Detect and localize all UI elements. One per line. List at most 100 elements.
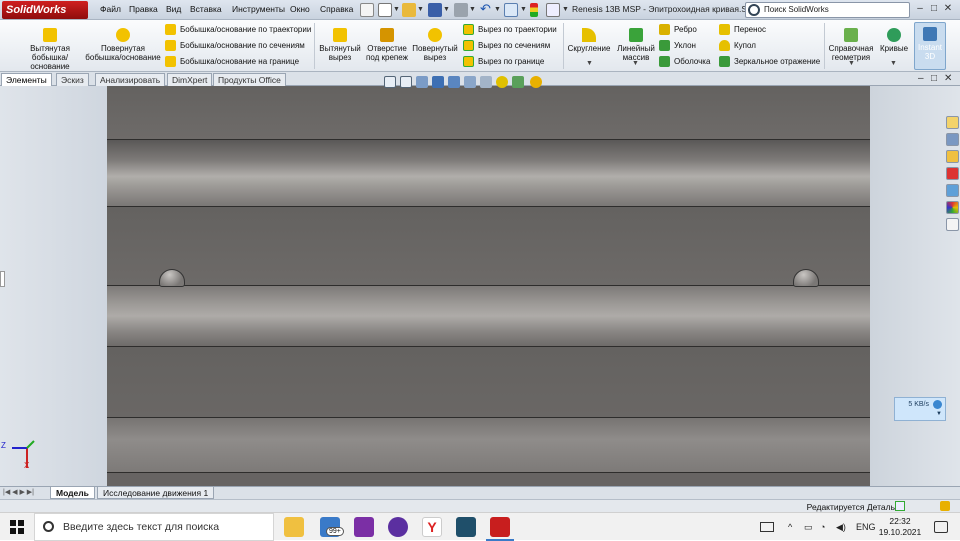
boundary-cut-button[interactable]: Вырез по границе [463,56,544,68]
chevron-up-icon[interactable]: ^ [788,522,792,532]
hide-show-items-icon[interactable] [480,76,492,88]
help-icon[interactable] [895,501,905,511]
chevron-down-icon[interactable]: ▼ [936,411,942,417]
lofted-cut-button[interactable]: Вырез по сечениям [463,40,550,52]
dome-button[interactable]: Купол [719,40,756,52]
view-palette-icon[interactable] [946,167,959,180]
display-style-icon[interactable] [464,76,476,88]
cad-app-icon[interactable] [456,517,476,537]
revolved-boss-button[interactable]: Повернутая бобышка/основание [84,28,162,62]
menu-help[interactable]: Справка [320,4,353,14]
onenote-app-icon[interactable] [354,517,374,537]
draft-button[interactable]: Уклон [659,40,696,52]
tab-evaluate[interactable]: Анализировать [95,73,166,86]
extruded-boss-button[interactable]: Вытянутая бобышка/основание [14,28,86,71]
extruded-cut-button[interactable]: Вытянутый вырез [316,28,364,62]
menu-file[interactable]: Файл [100,4,121,14]
select-arrow-icon[interactable] [504,3,518,17]
zoom-to-fit-icon[interactable] [384,76,396,88]
shell-button[interactable]: Оболочка [659,56,710,68]
language-indicator[interactable]: ENG [856,522,876,532]
chevron-down-icon[interactable]: ▼ [443,6,450,13]
chevron-down-icon[interactable]: ▼ [417,6,424,13]
file-explorer-app-icon[interactable] [284,517,304,537]
edit-appearance-icon[interactable] [496,76,508,88]
media-app-icon[interactable] [388,517,408,537]
chevron-down-icon[interactable]: ▼ [632,60,639,67]
lofted-boss-button[interactable]: Бобышка/основание по сечениям [165,40,305,52]
minimize-icon[interactable]: – [914,3,926,15]
close-icon[interactable]: ✕ [942,3,954,15]
chevron-down-icon[interactable]: ▼ [562,6,569,13]
home-icon[interactable] [946,116,959,129]
tab-model[interactable]: Модель [50,487,95,499]
battery-icon[interactable] [760,522,774,532]
menu-tools[interactable]: Инструменты [232,4,285,14]
reference-geometry-button[interactable]: Справочная геометрия [826,28,876,62]
swept-boss-button[interactable]: Бобышка/основание по траектории [165,24,311,36]
menu-edit[interactable]: Правка [129,4,158,14]
rebuild-traffic-light-icon[interactable] [530,3,538,17]
hole-wizard-button[interactable]: Отверстие под крепеж [364,28,410,62]
taskbar-clock[interactable]: 22:32 19.10.2021 [878,516,922,538]
tab-office-products[interactable]: Продукты Office [213,73,286,86]
windows-start-icon[interactable] [10,520,24,534]
chevron-down-icon[interactable]: ▼ [469,6,476,13]
tab-scroll-arrows[interactable]: |◀ ◀ ▶ ▶| [3,488,34,496]
tab-features[interactable]: Элементы [1,73,52,86]
solidworks-app-icon[interactable] [490,517,510,537]
linear-pattern-button[interactable]: Линейный массив [613,28,659,62]
search-solidworks-input[interactable]: Поиск SolidWorks [745,2,910,18]
appearances-icon[interactable] [946,201,959,214]
view-settings-icon[interactable] [530,76,542,88]
chevron-down-icon[interactable]: ▼ [520,6,527,13]
new-document-icon[interactable] [378,3,392,17]
chevron-down-icon[interactable]: ▼ [848,60,855,67]
fillet-button[interactable]: Скругление [565,28,613,53]
network-speed-widget[interactable]: 5 KB/s ▼ [894,397,946,421]
mirror-button[interactable]: Зеркальное отражение [719,56,820,68]
solidworks-logo[interactable]: SolidWorks [2,1,88,19]
minimize-icon[interactable]: – [918,73,924,84]
view-orientation-icon[interactable] [448,76,460,88]
restore-icon[interactable]: □ [928,3,940,15]
previous-view-icon[interactable] [416,76,428,88]
print-icon[interactable] [454,3,468,17]
curves-button[interactable]: Кривые [876,28,912,53]
tab-dimxpert[interactable]: DimXpert [167,73,213,86]
graphics-viewport[interactable] [107,86,870,486]
options-icon[interactable] [546,3,560,17]
menu-view[interactable]: Вид [166,4,181,14]
section-view-icon[interactable] [432,76,444,88]
chevron-down-icon[interactable]: ▼ [586,60,593,67]
custom-properties-icon[interactable] [946,218,959,231]
tag-icon[interactable] [940,501,950,511]
tab-sketch[interactable]: Эскиз [56,73,89,86]
file-explorer-icon[interactable] [946,150,959,163]
menu-insert[interactable]: Вставка [190,4,222,14]
chevron-down-icon[interactable]: ▼ [890,60,897,67]
wifi-icon[interactable]: ◔ [820,522,825,532]
zoom-area-icon[interactable] [400,76,412,88]
taskbar-search-input[interactable]: Введите здесь текст для поиска [34,513,274,541]
search-results-icon[interactable] [946,184,959,197]
boundary-boss-button[interactable]: Бобышка/основание на границе [165,56,299,68]
design-library-icon[interactable] [946,133,959,146]
revolved-cut-button[interactable]: Повернутый вырез [410,28,460,62]
open-folder-icon[interactable] [402,3,416,17]
menu-window[interactable]: Окно [290,4,310,14]
close-icon[interactable]: ✕ [944,73,952,84]
pane-collapse-handle[interactable] [0,271,5,287]
pin-icon[interactable] [360,3,374,17]
network-tray-icon[interactable]: ▭ [804,522,813,533]
undo-icon[interactable]: ↶ [480,2,494,17]
chevron-down-icon[interactable]: ▼ [393,6,400,13]
swept-cut-button[interactable]: Вырез по траектории [463,24,557,36]
yandex-browser-icon[interactable]: Y [422,517,442,537]
restore-icon[interactable]: □ [931,73,937,84]
save-icon[interactable] [428,3,442,17]
chevron-down-icon[interactable]: ▼ [494,6,501,13]
rib-button[interactable]: Ребро [659,24,697,36]
notifications-icon[interactable] [934,521,948,533]
apply-scene-icon[interactable] [512,76,524,88]
